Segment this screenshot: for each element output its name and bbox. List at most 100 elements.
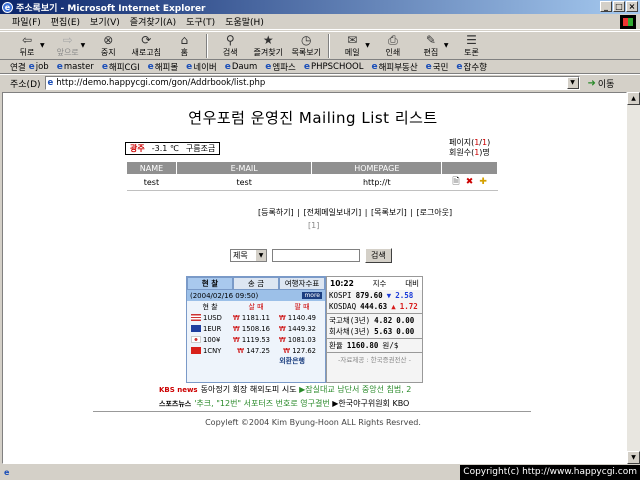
stock-row-kospi: KOSPI 879.60 ▼ 2.58 <box>329 291 414 300</box>
view-icon[interactable]: 🗎 <box>451 177 462 188</box>
link-happymall[interactable]: e 해피몰 <box>148 61 179 73</box>
toolbar-separator <box>206 33 209 58</box>
weather-temp: -3.1 ℃ <box>151 144 179 153</box>
divider <box>327 313 422 314</box>
print-icon: ⎙ <box>388 33 398 47</box>
ie-link-icon: e <box>303 61 310 72</box>
stop-button[interactable]: ⊗ 중지 <box>89 33 127 58</box>
ie-link-icon: e <box>147 61 154 72</box>
menu-view[interactable]: 보기(V) <box>90 15 120 28</box>
tab-travelers-check[interactable]: 여행자수표 <box>279 277 325 290</box>
mail-dropdown-icon[interactable]: ▼ <box>365 42 370 49</box>
link-happycgi[interactable]: e 해피CGI <box>102 61 140 73</box>
us-flag-icon <box>191 314 201 321</box>
news-line-kbs[interactable]: KBS news 동아정기 회장 해외도피 시도 ▶잠실대교 남단서 중앙선 침범… <box>159 383 411 397</box>
title-bar: e 주소록보기 - Microsoft Internet Explorer _ … <box>0 0 640 14</box>
scroll-up-icon[interactable]: ▲ <box>627 92 640 105</box>
col-name: NAME <box>126 161 177 175</box>
table-row: test test http://t 🗎 ✖ ✚ <box>126 174 498 191</box>
go-arrow-icon: ➜ <box>587 77 596 89</box>
stop-icon: ⊗ <box>103 33 114 47</box>
cn-flag-icon <box>191 347 201 354</box>
fx-row: 1CNY ₩ 147.25 ₩ 127.62 <box>187 345 325 356</box>
menu-help[interactable]: 도움말(H) <box>225 15 264 28</box>
vertical-scrollbar[interactable]: ▲ ▼ <box>627 92 640 464</box>
link-master[interactable]: e master <box>57 62 94 72</box>
fx-date: (2004/02/16 09:50) <box>190 291 259 300</box>
stock-row-bond3: 국고채(3년) 4.82 0.00 <box>329 316 415 325</box>
link-job[interactable]: e job <box>29 62 49 72</box>
edit-icon[interactable]: ✚ <box>478 177 489 188</box>
ie-link-icon: e <box>224 61 231 72</box>
fx-more-button[interactable]: more <box>302 292 322 299</box>
address-label: 주소(D) <box>10 79 41 90</box>
row-homepage[interactable]: http://t <box>311 174 442 191</box>
link-phpschool[interactable]: e PHPSCHOOL <box>304 62 364 72</box>
fx-date-bar: (2004/02/16 09:50) more <box>187 290 325 301</box>
ie-link-icon: e <box>265 61 272 72</box>
window-title: 주소록보기 - Microsoft Internet Explorer <box>16 3 206 14</box>
address-input[interactable]: e http://demo.happycgi.com/gon/Addrbook/… <box>44 76 580 90</box>
search-field-select[interactable]: 제목 ▼ <box>230 249 267 262</box>
divider <box>327 352 422 353</box>
ie-link-icon: e <box>425 61 432 72</box>
mail-icon: ✉ <box>347 33 358 47</box>
forward-dropdown-icon[interactable]: ▼ <box>81 42 86 49</box>
search-input[interactable] <box>272 249 360 262</box>
home-button[interactable]: ⌂ 홈 <box>165 33 203 58</box>
fx-row: 100¥ ₩ 1119.53 ₩ 1081.03 <box>187 334 325 345</box>
link-kookmin[interactable]: e 국민 <box>426 61 449 73</box>
news-line-sports[interactable]: 스포츠뉴스 '추크, "12번" 서포터즈 번호로 영구결번 ▶한국야구위원회 K… <box>159 397 411 411</box>
pagination[interactable]: [1] <box>308 221 319 230</box>
close-button[interactable]: × <box>626 1 638 12</box>
status-ie-icon: e <box>4 468 10 477</box>
maximize-button[interactable]: □ <box>613 1 625 12</box>
link-daum[interactable]: e Daum <box>225 62 258 72</box>
fx-bank-logo[interactable]: 외환은행 <box>187 356 325 366</box>
address-url: http://demo.happycgi.com/gon/Addrbook/li… <box>56 78 266 88</box>
refresh-button[interactable]: ⟳ 새로고침 <box>127 33 165 58</box>
menu-favorites[interactable]: 즐겨찾기(A) <box>130 15 176 28</box>
col-email: E-MAIL <box>175 161 313 175</box>
go-button[interactable]: ➜ 이동 <box>588 77 615 90</box>
stock-row-corp3: 회사채(3년) 5.63 0.00 <box>329 327 415 336</box>
link-happyrealty[interactable]: e 해피부동산 <box>371 61 417 73</box>
print-button[interactable]: ⎙ 인쇄 <box>374 33 412 58</box>
refresh-icon: ⟳ <box>141 33 152 47</box>
col-homepage: HOMEPAGE <box>311 161 443 175</box>
address-dropdown-icon[interactable]: ▼ <box>566 77 579 89</box>
discuss-icon: ☰ <box>466 33 477 47</box>
menu-tools[interactable]: 도구(T) <box>186 15 215 28</box>
tab-cash[interactable]: 현 찰 <box>187 277 233 290</box>
ie-icon: e <box>2 1 13 13</box>
discuss-button[interactable]: ☰ 토론 <box>453 33 491 58</box>
search-button[interactable]: ⚲ 검색 <box>211 33 249 58</box>
delete-icon[interactable]: ✖ <box>464 177 475 188</box>
back-arrow-icon: ⇦ <box>21 33 33 47</box>
address-bar: 주소(D) e http://demo.happycgi.com/gon/Add… <box>0 74 640 91</box>
windows-logo-icon <box>620 15 636 29</box>
row-email[interactable]: test <box>176 174 312 191</box>
ie-link-icon: e <box>456 61 463 72</box>
stock-row-kosdaq: KOSDAQ 444.63 ▲ 1.72 <box>329 302 418 311</box>
edit-dropdown-icon[interactable]: ▼ <box>444 42 449 49</box>
toolbar: ⇦ 뒤로 ▼ ⇨ 앞으로 ▼ ⊗ 중지 ⟳ 새로고침 ⌂ 홈 ⚲ 검색 ★ 즐겨찾기 ◷ 목록보… <box>0 31 640 60</box>
search-submit-button[interactable]: 검색 <box>365 248 392 263</box>
exchange-rate-widget: 현 찰 송 금 여행자수표 (2004/02/16 09:50) more 현 … <box>186 276 326 383</box>
history-button[interactable]: ◷ 목록보기 <box>287 33 325 58</box>
stock-row-fx: 환율 1160.80 원/$ <box>329 341 399 350</box>
favorites-button[interactable]: ★ 즐겨찾기 <box>249 33 287 58</box>
action-links[interactable]: [등록하기] | [전체메일보내기] | [목록보기] | [로그아웃] <box>258 207 452 218</box>
search-icon: ⚲ <box>225 33 235 47</box>
tab-remit[interactable]: 송 금 <box>233 277 279 290</box>
page-icon: e <box>47 78 54 88</box>
back-dropdown-icon[interactable]: ▼ <box>40 42 45 49</box>
minimize-button[interactable]: _ <box>600 1 612 12</box>
link-empas[interactable]: e 엠파스 <box>265 61 296 73</box>
link-jobsuhyang[interactable]: e 잡수향 <box>456 61 487 73</box>
menu-file[interactable]: 파일(F) <box>12 15 41 28</box>
menu-edit[interactable]: 편집(E) <box>51 15 80 28</box>
link-naver[interactable]: e 네이버 <box>186 61 217 73</box>
scroll-down-icon[interactable]: ▼ <box>627 451 640 464</box>
up-arrow-icon: ▲ <box>391 302 396 311</box>
